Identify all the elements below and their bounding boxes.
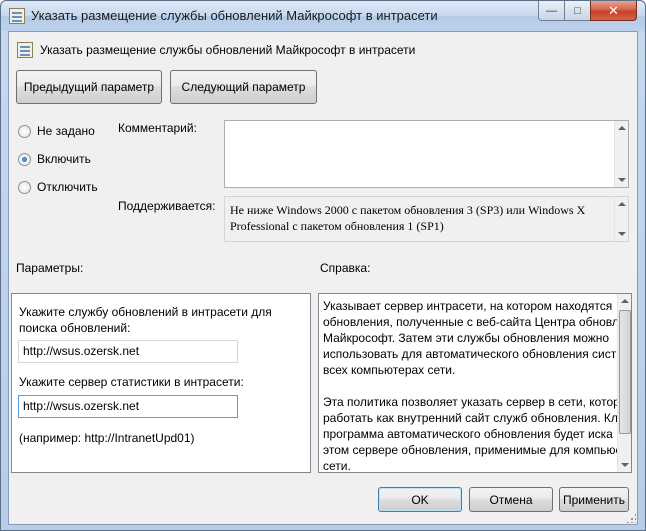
- title-bar[interactable]: Указать размещение службы обновлений Май…: [1, 1, 645, 31]
- update-service-label-line-2: поиска обновлений:: [19, 321, 131, 335]
- close-icon: ✕: [608, 2, 619, 18]
- ok-button[interactable]: OK: [378, 487, 462, 512]
- cancel-button[interactable]: Отмена: [469, 487, 553, 512]
- radio-not-configured[interactable]: Не задано: [18, 124, 95, 138]
- comment-label: Комментарий:: [118, 121, 197, 135]
- scroll-down-icon[interactable]: [618, 178, 626, 182]
- help-line: Эта политика позволяет указать сервер в …: [323, 395, 618, 409]
- previous-setting-button[interactable]: Предыдущий параметр: [16, 70, 162, 104]
- options-label: Параметры:: [16, 261, 84, 275]
- update-service-input[interactable]: http://wsus.ozersk.net: [18, 340, 238, 363]
- dialog-window: Указать размещение службы обновлений Май…: [0, 0, 646, 531]
- radio-enabled-circle[interactable]: [18, 152, 31, 166]
- resize-grip-icon[interactable]: [626, 513, 636, 523]
- supported-on-box: Не ниже Windows 2000 с пакетом обновлени…: [224, 196, 629, 242]
- help-line: всех компьютерах сети.: [323, 363, 456, 377]
- stats-server-label: Укажите сервер статистики в интрасети:: [19, 375, 244, 389]
- comment-textarea[interactable]: [224, 120, 629, 188]
- supported-on-line-2: Professional с пакетом обновления 1 (SP1…: [230, 219, 444, 233]
- dialog-client-area: Указать размещение службы обновлений Май…: [8, 31, 638, 525]
- minimize-button[interactable]: —: [538, 1, 565, 21]
- previous-setting-label: Предыдущий параметр: [23, 80, 155, 94]
- help-line: сети.: [323, 459, 351, 473]
- scroll-up-icon[interactable]: [618, 126, 626, 130]
- help-paragraph-gap: [323, 378, 618, 394]
- window-title: Указать размещение службы обновлений Май…: [31, 8, 438, 23]
- help-scrollbar[interactable]: [617, 294, 631, 472]
- apply-button[interactable]: Применить: [559, 487, 629, 512]
- scroll-down-icon[interactable]: [621, 463, 629, 467]
- scroll-up-icon[interactable]: [621, 299, 629, 303]
- close-button[interactable]: ✕: [590, 1, 637, 21]
- help-line: Майкрософт. Затем эти службы обновления …: [323, 331, 610, 345]
- supported-label: Поддерживается:: [118, 199, 216, 213]
- cancel-label: Отмена: [489, 492, 533, 507]
- scroll-up-icon[interactable]: [618, 202, 626, 206]
- radio-disabled-label: Отключить: [37, 180, 98, 194]
- options-panel: Укажите службу обновлений в интрасети дл…: [11, 293, 311, 473]
- supported-scrollbar[interactable]: [614, 197, 628, 241]
- radio-disabled[interactable]: Отключить: [18, 180, 98, 194]
- apply-label: Применить: [562, 492, 625, 507]
- next-setting-label: Следующий параметр: [181, 80, 306, 94]
- help-line: этом сервере обновления, применимые для …: [323, 443, 618, 457]
- supported-on-text: Не ниже Windows 2000 с пакетом обновлени…: [230, 202, 615, 234]
- policy-setting-icon: [9, 8, 25, 24]
- help-text: Указывает сервер интрасети, на котором н…: [323, 298, 618, 474]
- maximize-button[interactable]: □: [564, 1, 591, 21]
- help-panel: Указывает сервер интрасети, на котором н…: [318, 293, 632, 473]
- radio-disabled-circle[interactable]: [18, 180, 31, 194]
- example-text: (например: http://IntranetUpd01): [19, 431, 195, 445]
- help-line: работать как внутренний сайт служб обнов…: [323, 411, 618, 425]
- update-service-label: Укажите службу обновлений в интрасети дл…: [19, 304, 272, 336]
- policy-setting-icon: [17, 42, 33, 58]
- comment-scrollbar[interactable]: [614, 121, 628, 187]
- help-label: Справка:: [320, 261, 371, 275]
- next-setting-button[interactable]: Следующий параметр: [170, 70, 317, 104]
- help-line: Указывает сервер интрасети, на котором н…: [323, 299, 613, 313]
- update-service-label-line-1: Укажите службу обновлений в интрасети дл…: [19, 305, 272, 319]
- maximize-icon: □: [574, 4, 581, 17]
- stats-server-input[interactable]: http://wsus.ozersk.net: [18, 395, 238, 418]
- help-line: программа автоматического обновления буд…: [323, 427, 613, 441]
- minimize-icon: —: [546, 4, 557, 17]
- policy-title: Указать размещение службы обновлений Май…: [40, 43, 416, 57]
- radio-not-configured-circle[interactable]: [18, 124, 31, 138]
- supported-on-line-1: Не ниже Windows 2000 с пакетом обновлени…: [230, 203, 586, 217]
- ok-label: OK: [411, 492, 429, 507]
- radio-not-configured-label: Не задано: [37, 124, 95, 138]
- radio-enabled[interactable]: Включить: [18, 152, 91, 166]
- radio-enabled-label: Включить: [37, 152, 91, 166]
- scroll-down-icon[interactable]: [618, 232, 626, 236]
- help-line: использовать для автоматического обновле…: [323, 347, 617, 361]
- help-line: обновления, полученные с веб-сайта Центр…: [323, 315, 618, 329]
- help-scroll-thumb[interactable]: [619, 310, 631, 434]
